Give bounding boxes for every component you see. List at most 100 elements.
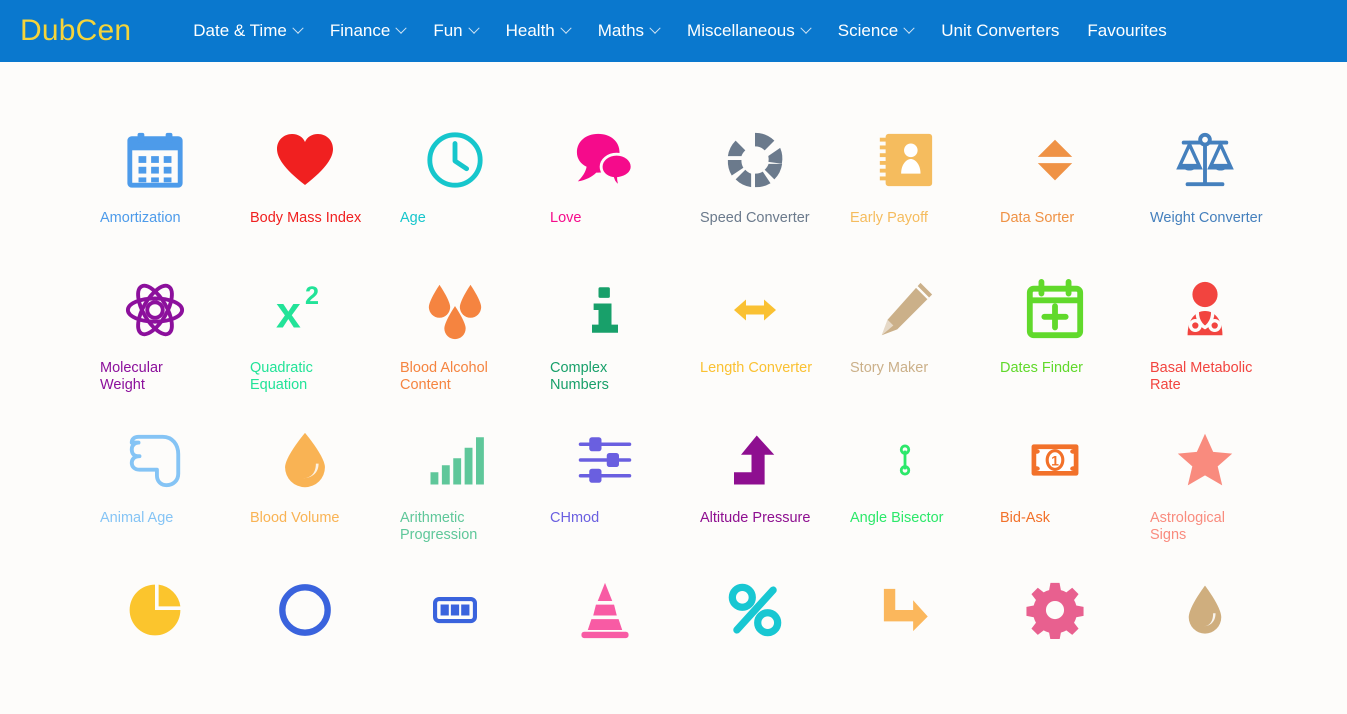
tool-tile-gear[interactable] <box>1000 564 1150 714</box>
tool-tile-label: Length Converter <box>700 360 813 376</box>
nav-item-label: Health <box>505 21 555 40</box>
tool-tile-label: Love <box>550 210 582 226</box>
tool-tile-circle-outline[interactable] <box>250 564 400 714</box>
brand-logo[interactable]: DubCen <box>20 14 131 48</box>
up-arrow-bend-icon <box>700 414 810 506</box>
bar-chart-icon <box>400 414 510 506</box>
nav-item-miscellaneous[interactable]: Miscellaneous <box>673 15 824 47</box>
nav-item-science[interactable]: Science <box>824 15 927 47</box>
tool-tile-label: Angle Bisector <box>850 510 944 526</box>
calendar-icon <box>100 114 210 206</box>
chevron-down-icon <box>395 22 407 34</box>
chevron-down-icon <box>467 22 480 34</box>
tool-tile-chmod[interactable]: CHmod <box>550 414 700 564</box>
tool-tile-speed-converter[interactable]: Speed Converter <box>700 114 850 264</box>
nav-item-label: Fun <box>433 21 463 40</box>
tool-tile-label: Age <box>400 210 426 226</box>
paw-hand-icon <box>100 414 210 506</box>
tool-tile-label: Dates Finder <box>1000 360 1084 376</box>
tool-tile-blood-volume[interactable]: Blood Volume <box>250 414 400 564</box>
nav-item-label: Unit Converters <box>941 21 1060 40</box>
tool-tile-blood-alcohol-content[interactable]: Blood Alcohol Content <box>400 264 550 414</box>
svg-text:1: 1 <box>1051 452 1059 468</box>
tool-tile-data-sorter[interactable]: Data Sorter <box>1000 114 1150 264</box>
nav-item-date-time[interactable]: Date & Time <box>179 15 316 47</box>
tool-tile-quadratic-equation[interactable]: x 2 Quadratic Equation <box>250 264 400 414</box>
percent-icon <box>700 564 810 656</box>
heart-icon <box>250 114 360 206</box>
speech-bubbles-icon <box>550 114 660 206</box>
chevron-down-icon <box>292 22 304 34</box>
tool-tile-label: Story Maker <box>850 360 929 376</box>
chevron-down-icon <box>649 22 661 34</box>
nav-item-label: Maths <box>597 21 645 40</box>
doctor-icon <box>1150 264 1260 356</box>
sliders-icon <box>550 414 660 506</box>
tool-tile-label: Data Sorter <box>1000 210 1075 226</box>
arrow-turn-right-icon <box>850 564 960 656</box>
nav-item-label: Miscellaneous <box>687 21 795 40</box>
tool-tile-molecular-weight[interactable]: Molecular Weight <box>100 264 250 414</box>
tool-tile-length-converter[interactable]: Length Converter <box>700 264 850 414</box>
tool-tile-label: Bid-Ask <box>1000 510 1050 526</box>
tool-tile-astrological-signs[interactable]: Astrological Signs <box>1150 414 1300 564</box>
tool-tile-label: Blood Alcohol Content <box>400 360 488 393</box>
tool-tile-bid-ask[interactable]: 1 Bid-Ask <box>1000 414 1150 564</box>
tool-tile-label: Arithmetic Progression <box>400 510 478 543</box>
tool-tile-arithmetic-progression[interactable]: Arithmetic Progression <box>400 414 550 564</box>
tool-tile-weight-converter[interactable]: Weight Converter <box>1150 114 1300 264</box>
nav-item-maths[interactable]: Maths <box>584 15 673 47</box>
tool-tile-age[interactable]: Age <box>400 114 550 264</box>
tool-tile-complex-numbers[interactable]: Complex Numbers <box>550 264 700 414</box>
nav-item-label: Favourites <box>1087 21 1167 40</box>
tool-tile-battery[interactable] <box>400 564 550 714</box>
nav-item-label: Date & Time <box>193 21 287 40</box>
tool-tile-dates-finder[interactable]: Dates Finder <box>1000 264 1150 414</box>
nav-item-health[interactable]: Health <box>492 15 584 47</box>
tool-tile-label: CHmod <box>550 510 600 526</box>
tool-tile-label: Speed Converter <box>700 210 810 226</box>
tool-tile-label: Early Payoff <box>850 210 928 226</box>
nav-item-favourites[interactable]: Favourites <box>1073 15 1180 47</box>
tool-tile-label: Animal Age <box>100 510 174 526</box>
tool-tile-amortization[interactable]: Amortization <box>100 114 250 264</box>
tool-tile-story-maker[interactable]: Story Maker <box>850 264 1000 414</box>
tool-tile-pie-chart[interactable] <box>100 564 250 714</box>
tool-tile-angle-bisector[interactable]: Angle Bisector <box>850 414 1000 564</box>
tool-tile-oil-drop[interactable] <box>1150 564 1300 714</box>
tool-tile-animal-age[interactable]: Animal Age <box>100 414 250 564</box>
tool-tile-basal-metabolic-rate[interactable]: Basal Metabolic Rate <box>1150 264 1300 414</box>
pencil-icon <box>850 264 960 356</box>
tool-tile-label: Complex Numbers <box>550 360 609 393</box>
tool-tile-traffic-cone[interactable] <box>550 564 700 714</box>
battery-icon <box>400 564 510 656</box>
nav-links: Date & Time Finance Fun Health Maths Miscella… <box>179 15 1180 47</box>
double-arrow-icon <box>700 264 810 356</box>
tool-tile-arrow-turn-right[interactable] <box>850 564 1000 714</box>
top-navigation-bar: DubCen Date & Time Finance Fun Health Maths M… <box>0 0 1347 62</box>
tool-tile-label: Amortization <box>100 210 181 226</box>
nav-item-label: Science <box>837 21 899 40</box>
tool-tile-body-mass-index[interactable]: Body Mass Index <box>250 114 400 264</box>
nav-item-finance[interactable]: Finance <box>316 15 419 47</box>
tool-tile-altitude-pressure[interactable]: Altitude Pressure <box>700 414 850 564</box>
clock-icon <box>400 114 510 206</box>
svg-text:2: 2 <box>305 282 319 310</box>
nav-item-fun[interactable]: Fun <box>419 15 491 47</box>
tool-tile-percent[interactable] <box>700 564 850 714</box>
tool-tile-love[interactable]: Love <box>550 114 700 264</box>
tool-tile-label: Quadratic Equation <box>250 360 313 393</box>
speedometer-ring-icon <box>700 114 810 206</box>
sort-arrows-icon <box>1000 114 1110 206</box>
oil-drop-icon <box>1150 564 1260 656</box>
tool-tile-early-payoff[interactable]: Early Payoff <box>850 114 1000 264</box>
calculator-tile-grid: Amortization Body Mass Index Age Love Speed … <box>0 62 1347 714</box>
tool-tile-label: Weight Converter <box>1150 210 1263 226</box>
star-icon <box>1150 414 1260 506</box>
info-i-icon <box>550 264 660 356</box>
gear-icon <box>1000 564 1110 656</box>
nav-item-unit-converters[interactable]: Unit Converters <box>927 15 1073 47</box>
chevron-down-icon <box>800 22 812 34</box>
x-squared-icon: x2 <box>250 264 360 356</box>
circle-outline-icon <box>250 564 360 656</box>
